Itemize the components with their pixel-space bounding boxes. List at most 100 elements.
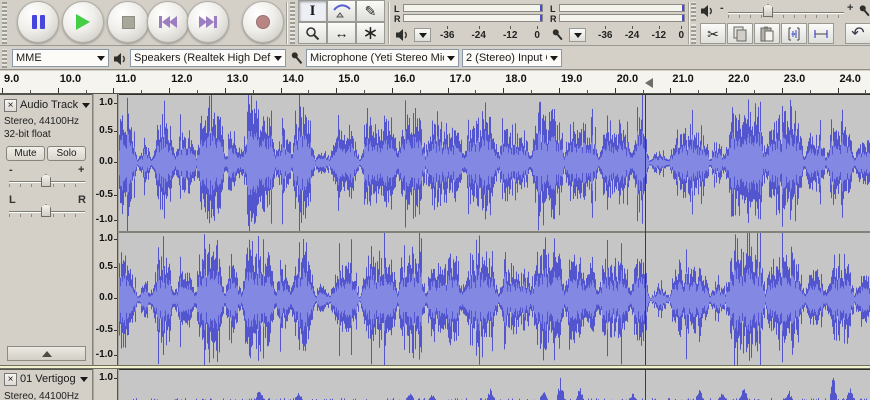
playback-cursor-line <box>645 370 646 400</box>
track1-pan-thumb[interactable] <box>41 204 51 217</box>
playback-meter-left-label: L <box>394 5 400 13</box>
track2-waveform[interactable] <box>119 369 870 400</box>
selection-tool-button[interactable]: I <box>298 0 327 22</box>
microphone-icon <box>550 27 566 43</box>
pan-right-label: R <box>78 194 86 206</box>
cut-icon: ✂ <box>707 27 719 41</box>
track1-title-menu[interactable]: Audio Track <box>20 99 90 111</box>
track1-solo-button[interactable]: Solo <box>47 146 86 161</box>
chevron-down-icon <box>274 56 282 61</box>
output-volume-thumb[interactable] <box>763 4 773 17</box>
record-button[interactable] <box>242 1 284 43</box>
envelope-tool-button[interactable] <box>327 0 356 22</box>
edit-toolbar-grabber[interactable] <box>691 24 696 44</box>
device-toolbar-grabber[interactable] <box>2 49 7 68</box>
skip-to-start-icon <box>159 16 177 28</box>
trim-audio-button[interactable] <box>781 23 807 44</box>
copy-icon <box>732 26 748 42</box>
record-icon <box>256 15 270 29</box>
toolbar-separator <box>688 2 690 44</box>
recording-device-dropdown[interactable]: Microphone (Yeti Stereo Microp <box>306 49 459 67</box>
track1-collapse-button[interactable] <box>7 346 86 361</box>
track2-title: 01 Vertigog <box>20 373 76 385</box>
track-area: × Audio Track Stereo, 44100Hz 32-bit flo… <box>0 94 870 400</box>
mixer-toolbar-grabber[interactable] <box>691 2 696 21</box>
recording-channels-value: 2 (Stereo) Input C <box>466 52 547 64</box>
track1-channel1-waveform <box>119 95 870 231</box>
playback-device-icon <box>113 52 128 66</box>
cut-button[interactable]: ✂ <box>700 23 726 44</box>
gain-max-label: + <box>78 164 84 176</box>
audio-host-value: MME <box>16 52 94 64</box>
transport-toolbar-grabber[interactable] <box>2 2 7 44</box>
output-volume-slider[interactable] <box>728 12 844 14</box>
track1-ch1-ruler[interactable]: 1.00.50.0-0.5-1.0 <box>94 94 118 230</box>
playback-device-dropdown[interactable]: Speakers (Realtek High Definit <box>130 49 286 67</box>
play-button[interactable] <box>62 1 104 43</box>
playback-meter-dropdown-button[interactable] <box>414 28 431 42</box>
recording-meter-dropdown-button[interactable] <box>569 28 586 42</box>
track2-close-button[interactable]: × <box>4 373 17 386</box>
track2-control-panel: × 01 Vertigog Stereo, 44100Hz <box>0 369 93 400</box>
recording-meter-left-label: L <box>550 5 556 13</box>
draw-tool-icon: ✎ <box>365 4 377 18</box>
recording-meter[interactable]: L R -36-24-120 <box>548 1 688 45</box>
zoom-tool-icon <box>305 26 320 41</box>
undo-button[interactable]: ↶ <box>845 23 870 44</box>
track1-control-panel: × Audio Track Stereo, 44100Hz 32-bit flo… <box>0 94 93 365</box>
track1-waveform[interactable] <box>119 94 870 365</box>
track2-ruler[interactable]: 1.0 <box>94 369 118 400</box>
draw-tool-button[interactable]: ✎ <box>356 0 385 22</box>
track1-ch2-ruler[interactable]: 1.00.50.0-0.5-1.0 <box>94 230 118 365</box>
recording-meter-right-bar <box>559 14 685 22</box>
chevron-down-icon <box>97 56 105 61</box>
toolbar-separator <box>388 2 390 44</box>
playback-meter-left-bar <box>403 4 543 12</box>
audio-host-dropdown[interactable]: MME <box>12 49 109 67</box>
timeline-ruler[interactable]: 9.010.011.012.013.014.015.016.017.018.01… <box>0 71 870 94</box>
track1-format-label: Stereo, 44100Hz <box>4 116 79 127</box>
track2-title-menu[interactable]: 01 Vertigog <box>20 373 88 385</box>
recording-meter-left-bar <box>559 4 685 12</box>
audacity-window: I ✎ ↔ ∗ L R <box>0 0 870 400</box>
stop-button[interactable] <box>107 1 149 43</box>
tools-toolbar-grabber[interactable] <box>290 2 295 44</box>
track2-format-label: Stereo, 44100Hz <box>4 391 79 400</box>
input-volume-icon <box>857 3 870 19</box>
playback-meter-scale: -36-24-120 <box>440 30 540 41</box>
main-toolbar-row: I ✎ ↔ ∗ L R <box>0 0 870 46</box>
zoom-tool-button[interactable] <box>298 22 327 44</box>
track1-gain-thumb[interactable] <box>41 174 51 187</box>
pause-button[interactable] <box>17 1 59 43</box>
gain-min-label: - <box>9 164 13 176</box>
multi-tool-button[interactable]: ∗ <box>356 22 385 44</box>
track1-depth-label: 32-bit float <box>4 129 51 140</box>
paste-button[interactable] <box>754 23 780 44</box>
recording-device-icon <box>289 50 305 67</box>
track1-close-button[interactable]: × <box>4 99 17 112</box>
silence-audio-button[interactable] <box>808 23 834 44</box>
track1-channel2-waveform <box>119 233 870 365</box>
playback-meter-right-bar <box>403 14 543 22</box>
envelope-tool-icon <box>333 4 351 18</box>
device-toolbar: MME Speakers (Realtek High Definit Micro… <box>0 47 870 70</box>
chevron-down-icon <box>550 56 558 61</box>
play-icon <box>76 14 90 30</box>
skip-to-end-button[interactable] <box>187 1 229 43</box>
copy-button[interactable] <box>727 23 753 44</box>
track1-title: Audio Track <box>20 99 78 111</box>
track1-mute-button[interactable]: Mute <box>6 146 45 161</box>
stop-icon <box>122 16 135 29</box>
collapse-up-icon <box>42 351 52 357</box>
playhead-marker[interactable] <box>645 78 653 88</box>
skip-to-start-button[interactable] <box>147 1 189 43</box>
output-volume-ticks <box>728 15 844 18</box>
chevron-down-icon <box>80 377 88 382</box>
undo-icon: ↶ <box>851 26 864 42</box>
pan-left-label: L <box>9 194 16 206</box>
playback-meter[interactable]: L R -36-24-120 <box>392 1 546 45</box>
recording-channels-dropdown[interactable]: 2 (Stereo) Input C <box>462 49 562 67</box>
time-shift-tool-button[interactable]: ↔ <box>327 22 356 44</box>
recording-meter-scale: -36-24-120 <box>598 30 684 41</box>
volume-max-label: + <box>847 2 853 14</box>
